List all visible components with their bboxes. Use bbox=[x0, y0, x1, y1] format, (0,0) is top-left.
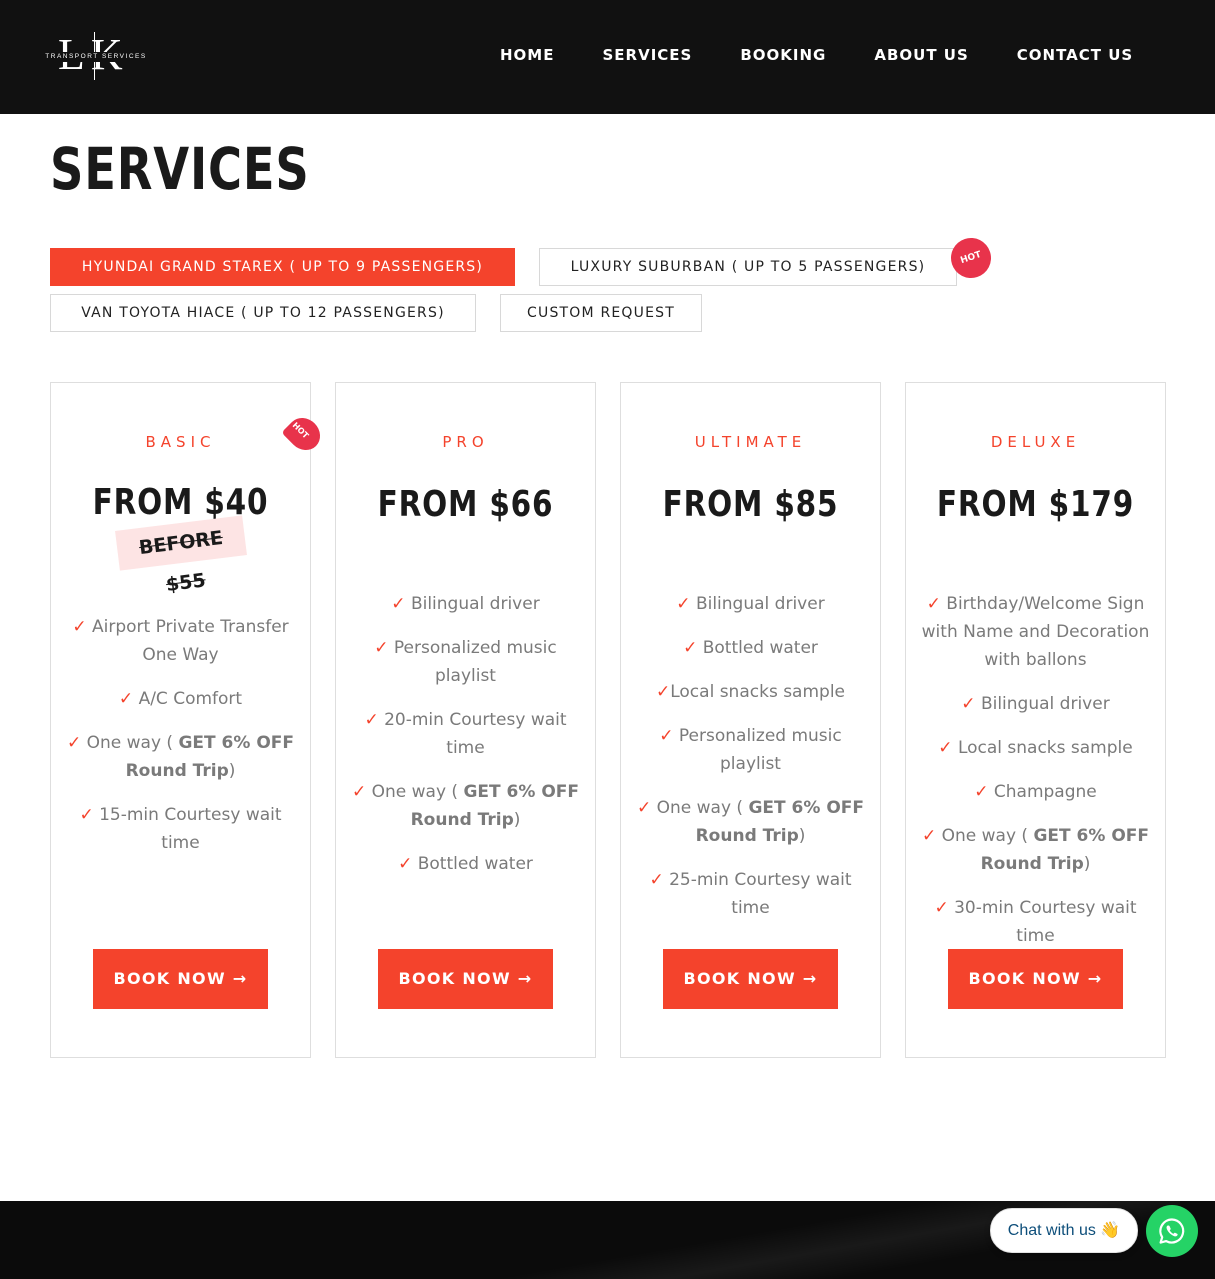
site-header: LK TRANSPORT SERVICES HOME SERVICES BOOK… bbox=[0, 0, 1215, 114]
tier-label: PRO bbox=[442, 433, 489, 451]
logo[interactable]: LK TRANSPORT SERVICES bbox=[40, 30, 152, 82]
feature-list: ✓ Birthday/Welcome Sign with Name and De… bbox=[906, 590, 1165, 966]
book-now-button[interactable]: BOOK NOW → bbox=[663, 949, 838, 1009]
whatsapp-button[interactable] bbox=[1146, 1205, 1198, 1257]
feature-item: ✓ A/C Comfort bbox=[118, 689, 243, 709]
check-icon: ✓ bbox=[659, 726, 674, 746]
tier-label: BASIC bbox=[145, 433, 216, 451]
check-icon: ✓ bbox=[938, 738, 953, 758]
main-nav: HOME SERVICES BOOKING ABOUT US CONTACT U… bbox=[500, 45, 1133, 65]
price: FROM $179 bbox=[936, 484, 1135, 525]
check-icon: ✓ bbox=[374, 638, 389, 658]
check-icon: ✓ bbox=[364, 710, 379, 730]
feature-item: ✓ Airport Private Transfer One Way bbox=[72, 617, 289, 665]
check-icon: ✓ bbox=[398, 854, 413, 874]
nav-contact-us[interactable]: CONTACT US bbox=[1017, 45, 1133, 65]
nav-booking[interactable]: BOOKING bbox=[740, 45, 826, 65]
check-icon: ✓ bbox=[391, 594, 406, 614]
check-icon: ✓ bbox=[676, 594, 691, 614]
check-icon: ✓ bbox=[79, 805, 94, 825]
check-icon: ✓ bbox=[118, 689, 134, 709]
check-icon: ✓ bbox=[934, 898, 949, 918]
pricing-card-deluxe: DELUXE FROM $179 ✓ Birthday/Welcome Sign… bbox=[905, 382, 1166, 1058]
feature-item: ✓ Personalized music playlist bbox=[659, 726, 842, 774]
page-title: SERVICES bbox=[50, 135, 310, 203]
feature-item: ✓ Personalized music playlist bbox=[374, 638, 557, 686]
hot-tag: HOT bbox=[281, 411, 327, 457]
tab-van-toyota-hiace[interactable]: VAN TOYOTA HIACE ( UP TO 12 PASSENGERS) bbox=[50, 294, 476, 332]
check-icon: ✓ bbox=[72, 617, 87, 637]
feature-item: ✓ One way ( GET 6% OFF Round Trip) bbox=[921, 826, 1150, 874]
feature-item: ✓ Local snacks sample bbox=[938, 738, 1133, 758]
feature-item: ✓ Bottled water bbox=[683, 638, 818, 658]
book-now-button[interactable]: BOOK NOW → bbox=[378, 949, 553, 1009]
pricing-card-ultimate: ULTIMATE FROM $85 ✓ Bilingual driver ✓ B… bbox=[620, 382, 881, 1058]
whatsapp-icon bbox=[1159, 1218, 1185, 1244]
logo-subtitle: TRANSPORT SERVICES bbox=[40, 52, 152, 62]
feature-list: ✓ Bilingual driver ✓ Personalized music … bbox=[336, 590, 595, 894]
nav-services[interactable]: SERVICES bbox=[602, 45, 692, 65]
nav-about-us[interactable]: ABOUT US bbox=[874, 45, 968, 65]
check-icon: ✓ bbox=[351, 782, 367, 802]
feature-list: ✓ Airport Private Transfer One Way ✓ A/C… bbox=[51, 613, 310, 873]
feature-item: ✓ One way ( GET 6% OFF Round Trip) bbox=[636, 798, 865, 846]
feature-item: ✓ Bottled water bbox=[398, 854, 533, 874]
price: FROM $85 bbox=[662, 484, 839, 525]
check-icon: ✓ bbox=[926, 594, 941, 614]
price: FROM $40 bbox=[92, 482, 269, 523]
check-icon: ✓ bbox=[655, 682, 671, 702]
book-now-button[interactable]: BOOK NOW → bbox=[948, 949, 1123, 1009]
nav-home[interactable]: HOME bbox=[500, 45, 554, 65]
book-now-button[interactable]: BOOK NOW → bbox=[93, 949, 268, 1009]
feature-item: ✓ Bilingual driver bbox=[676, 594, 825, 614]
tab-hyundai-grand-starex[interactable]: HYUNDAI GRAND STAREX ( UP TO 9 PASSENGER… bbox=[50, 248, 515, 286]
tab-luxury-suburban[interactable]: LUXURY SUBURBAN ( UP TO 5 PASSENGERS) bbox=[539, 248, 957, 286]
pricing-card-pro: PRO FROM $66 ✓ Bilingual driver ✓ Person… bbox=[335, 382, 596, 1058]
check-icon: ✓ bbox=[649, 870, 664, 890]
chat-with-us-button[interactable]: Chat with us 👋 bbox=[990, 1208, 1138, 1253]
feature-item: ✓Local snacks sample bbox=[655, 682, 846, 702]
price: FROM $66 bbox=[377, 484, 554, 525]
feature-item: ✓ 15-min Courtesy wait time bbox=[79, 805, 282, 853]
feature-list: ✓ Bilingual driver ✓ Bottled water ✓Loca… bbox=[621, 590, 880, 938]
pricing-card-basic: BASIC HOT FROM $40 BEFORE $55 ✓ Airport … bbox=[50, 382, 327, 1058]
feature-item: ✓ One way ( GET 6% OFF Round Trip) bbox=[351, 782, 580, 830]
check-icon: ✓ bbox=[683, 638, 698, 658]
check-icon: ✓ bbox=[636, 798, 652, 818]
feature-item: ✓ Bilingual driver bbox=[391, 594, 540, 614]
tab-custom-request[interactable]: CUSTOM REQUEST bbox=[500, 294, 702, 332]
feature-item: ✓ Bilingual driver bbox=[961, 694, 1110, 714]
feature-item: ✓ 20-min Courtesy wait time bbox=[364, 710, 567, 758]
check-icon: ✓ bbox=[961, 694, 976, 714]
tier-label: DELUXE bbox=[990, 433, 1081, 451]
check-icon: ✓ bbox=[921, 826, 937, 846]
check-icon: ✓ bbox=[974, 782, 989, 802]
feature-item: ✓ 30-min Courtesy wait time bbox=[934, 898, 1137, 946]
tier-label: ULTIMATE bbox=[694, 433, 807, 451]
feature-item: ✓ 25-min Courtesy wait time bbox=[649, 870, 852, 918]
check-icon: ✓ bbox=[66, 733, 82, 753]
feature-item: ✓ One way ( GET 6% OFF Round Trip) bbox=[66, 733, 295, 781]
feature-item: ✓ Champagne bbox=[974, 782, 1097, 802]
feature-item: ✓ Birthday/Welcome Sign with Name and De… bbox=[921, 594, 1150, 670]
